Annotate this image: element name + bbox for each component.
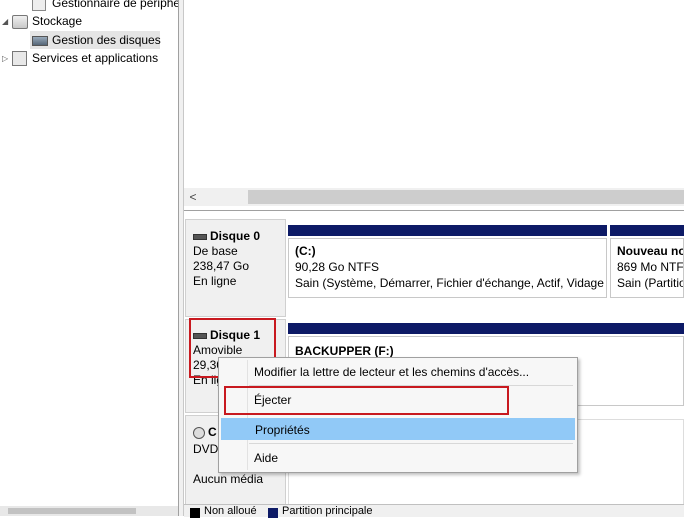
services-icon xyxy=(12,51,27,66)
tree-item-label: Services et applications xyxy=(32,51,159,65)
partition-status: Sain (Partitio xyxy=(617,276,684,290)
tree-item-services[interactable]: Services et applications xyxy=(12,49,176,67)
tree-item-disk-management[interactable]: Gestion des disques xyxy=(30,31,161,49)
context-menu: Modifier la lettre de lecteur et les che… xyxy=(218,357,578,473)
legend: Non alloué Partition principale xyxy=(184,504,684,518)
tree-item-storage[interactable]: Stockage xyxy=(12,12,172,30)
disk-name: C xyxy=(193,425,217,439)
tree-item-label: Gestionnaire de périphé xyxy=(52,0,181,10)
tree-item-label: Gestion des disques xyxy=(52,33,161,47)
disk-name: Disque 0 xyxy=(193,229,260,243)
partition-status: Sain (Système, Démarrer, Fichier d'échan… xyxy=(295,276,607,290)
disk-management-icon xyxy=(32,36,48,46)
expand-arrow-icon[interactable]: ▷ xyxy=(2,54,8,63)
menu-item-change-drive-letter[interactable]: Modifier la lettre de lecteur et les che… xyxy=(221,361,575,383)
disk-status: En ligne xyxy=(193,274,237,288)
menu-separator xyxy=(249,443,573,444)
tree-item-device-manager[interactable]: Gestionnaire de périphé xyxy=(32,0,181,12)
disk-status: Aucun média xyxy=(193,472,264,486)
partition-f-bar xyxy=(288,323,684,334)
disk-type: DVD xyxy=(193,442,219,456)
partition-title: (C:) xyxy=(295,244,316,258)
disk-0-label[interactable]: Disque 0 De base 238,47 Go En ligne xyxy=(185,219,286,317)
disk-icon xyxy=(193,233,207,240)
partition-info: 90,28 Go NTFS xyxy=(295,260,380,274)
legend-label-primary: Partition principale xyxy=(282,505,373,517)
tree-horizontal-scrollbar[interactable] xyxy=(0,506,178,516)
storage-icon xyxy=(12,15,28,29)
navigation-tree: Gestionnaire de périphé ◢ Stockage Gesti… xyxy=(0,0,181,516)
legend-swatch-primary xyxy=(268,508,278,518)
cdrom-icon xyxy=(193,426,205,439)
partition-c-bar xyxy=(288,225,607,236)
collapse-arrow-icon[interactable]: ◢ xyxy=(2,17,8,26)
partition-c[interactable]: (C:) 90,28 Go NTFS Sain (Système, Démarr… xyxy=(288,238,607,298)
annotation-highlight-eject xyxy=(224,386,509,415)
scrollbar-thumb[interactable] xyxy=(248,190,684,204)
legend-label-unallocated: Non alloué xyxy=(204,505,257,517)
partition-new-bar xyxy=(610,225,684,236)
scrollbar-thumb[interactable] xyxy=(8,508,136,514)
volume-list-horizontal-scrollbar[interactable]: < xyxy=(184,188,684,206)
legend-swatch-unallocated xyxy=(190,508,200,518)
partition-new[interactable]: Nouveau no 869 Mo NTFS Sain (Partitio xyxy=(610,238,684,298)
device-manager-icon xyxy=(32,0,46,11)
disk-size: 238,47 Go xyxy=(193,259,250,273)
menu-item-help[interactable]: Aide xyxy=(221,447,575,469)
partition-title: BACKUPPER (F:) xyxy=(295,344,394,358)
partition-title: Nouveau no xyxy=(617,244,684,258)
disk-type: De base xyxy=(193,244,238,258)
scroll-left-button[interactable]: < xyxy=(184,188,202,206)
menu-item-properties[interactable]: Propriétés xyxy=(221,418,575,440)
partition-info: 869 Mo NTFS xyxy=(617,260,684,274)
tree-item-label: Stockage xyxy=(32,14,83,28)
